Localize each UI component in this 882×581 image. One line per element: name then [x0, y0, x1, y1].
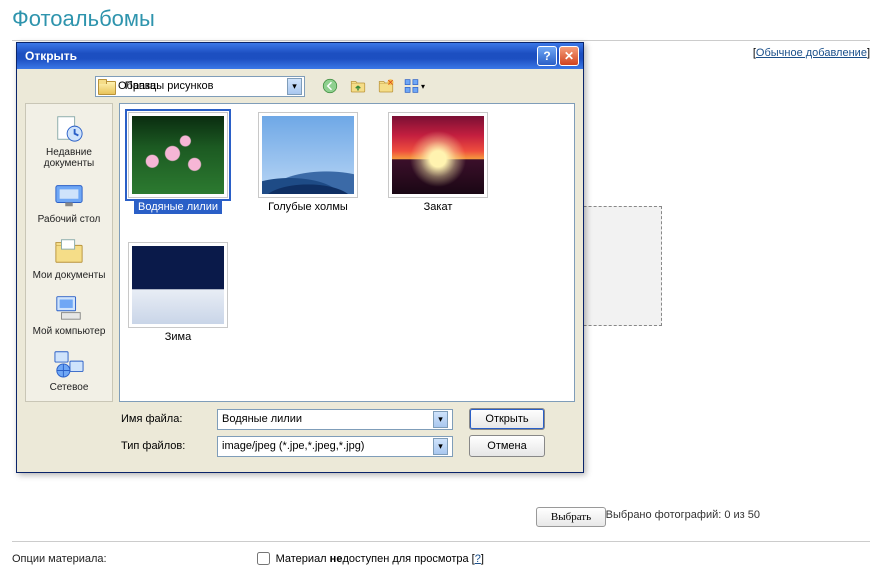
chevron-down-icon[interactable]: ▾	[433, 411, 448, 428]
filetype-value: image/jpeg (*.jpe,*.jpeg,*.jpg)	[222, 440, 364, 452]
my-computer-icon	[52, 292, 86, 322]
folder-label: Папка:	[119, 80, 159, 92]
thumbnail-label: Закат	[420, 200, 457, 214]
chevron-down-icon[interactable]: ▾	[433, 438, 448, 455]
material-text: Материал недоступен для просмотра [?]	[276, 553, 484, 565]
cancel-button[interactable]: Отмена	[469, 435, 545, 457]
filename-label: Имя файла:	[121, 413, 211, 425]
page-title: Фотоальбомы	[12, 6, 870, 32]
up-one-level-button[interactable]	[347, 75, 369, 97]
place-desktop-label: Рабочий стол	[29, 214, 109, 225]
place-desktop[interactable]: Рабочий стол	[29, 175, 109, 229]
desktop-icon	[52, 180, 86, 210]
thumbnail-label: Водяные лилии	[134, 200, 222, 214]
thumbnail-label: Зима	[161, 330, 195, 344]
file-thumb[interactable]: Водяные лилии	[128, 112, 228, 214]
recent-docs-icon	[52, 113, 86, 143]
file-list[interactable]: Водяные лилии Голубые холмы Закат Зима	[119, 103, 575, 402]
normal-add-wrap: [Обычное добавление]	[753, 47, 870, 59]
thumbnail-image	[132, 116, 224, 194]
filename-input[interactable]: Водяные лилии ▾	[217, 409, 453, 430]
chevron-down-icon: ▾	[421, 82, 425, 91]
new-folder-button[interactable]	[375, 75, 397, 97]
network-icon	[52, 348, 86, 378]
options-label: Опции материала:	[12, 553, 107, 565]
place-network-label: Сетевое	[29, 382, 109, 393]
thumbnail-label: Голубые холмы	[264, 200, 352, 214]
normal-add-link[interactable]: Обычное добавление	[756, 47, 867, 59]
select-button[interactable]: Выбрать	[536, 507, 606, 527]
place-my-computer-label: Мой компьютер	[29, 326, 109, 337]
chevron-down-icon: ▾	[287, 78, 302, 95]
place-network[interactable]: Сетевое	[29, 343, 109, 397]
place-my-computer[interactable]: Мой компьютер	[29, 287, 109, 341]
back-button[interactable]	[319, 75, 341, 97]
place-my-documents-label: Мои документы	[29, 270, 109, 281]
close-button[interactable]: ✕	[559, 46, 579, 66]
back-icon	[321, 77, 339, 95]
filename-value: Водяные лилии	[222, 413, 302, 425]
help-button[interactable]: ?	[537, 46, 557, 66]
dialog-title: Открыть	[25, 49, 77, 63]
file-thumb[interactable]: Закат	[388, 112, 488, 214]
thumbnail-image	[392, 116, 484, 194]
thumbnail-image	[262, 116, 354, 194]
place-recent[interactable]: Недавние документы	[29, 108, 109, 173]
filetype-label: Тип файлов:	[121, 440, 211, 452]
file-thumb[interactable]: Голубые холмы	[258, 112, 358, 214]
folder-up-icon	[349, 77, 367, 95]
selected-count: Выбрано фотографий: 0 из 50	[606, 509, 760, 521]
view-icon	[403, 77, 420, 95]
filetype-dropdown[interactable]: image/jpeg (*.jpe,*.jpeg,*.jpg) ▾	[217, 436, 453, 457]
folder-icon	[98, 79, 114, 93]
place-my-documents[interactable]: Мои документы	[29, 231, 109, 285]
new-folder-icon	[377, 77, 395, 95]
divider	[12, 541, 870, 542]
file-open-dialog: Открыть ? ✕ Папка: Образцы рисунков ▾	[16, 42, 584, 473]
material-hidden-checkbox[interactable]	[257, 552, 270, 565]
open-button[interactable]: Открыть	[469, 408, 545, 430]
place-recent-label: Недавние документы	[29, 147, 109, 169]
my-documents-icon	[52, 236, 86, 266]
thumbnail-image	[132, 246, 224, 324]
file-thumb[interactable]: Зима	[128, 242, 228, 344]
material-hidden-option[interactable]: Материал недоступен для просмотра [?]	[257, 552, 484, 565]
dialog-titlebar[interactable]: Открыть ? ✕	[17, 43, 583, 69]
places-bar: Недавние документы Рабочий стол Мои доку…	[25, 103, 113, 402]
view-menu-button[interactable]: ▾	[403, 75, 425, 97]
